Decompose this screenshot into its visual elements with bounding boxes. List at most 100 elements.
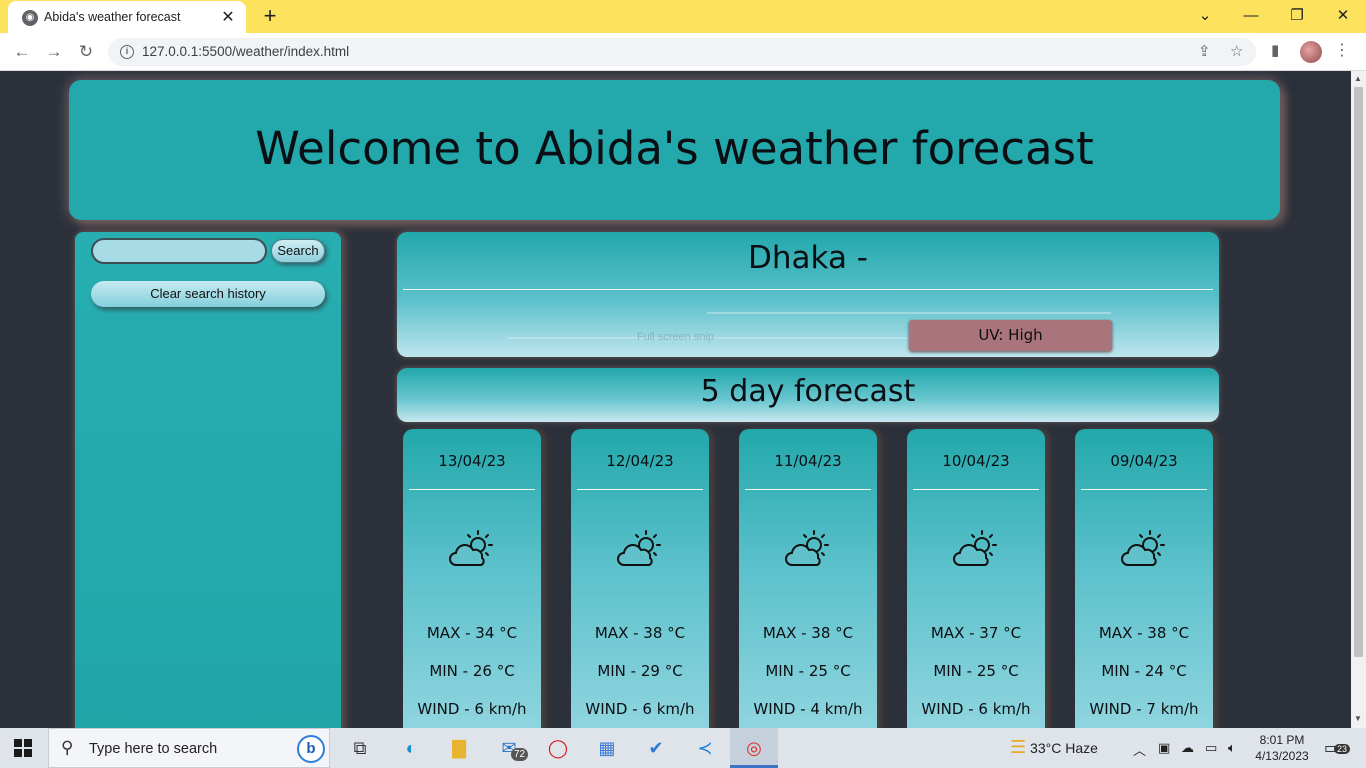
page-header: Welcome to Abida's weather forecast bbox=[69, 80, 1280, 220]
forecast-card: 11/04/23 MAX - 38 °C MIN - 25 °C WIND - … bbox=[739, 429, 877, 728]
wind-speed: WIND - 6 km/h bbox=[921, 700, 1031, 718]
system-clock[interactable]: 8:01 PM 4/13/2023 bbox=[1250, 732, 1314, 764]
side-panel-icon[interactable]: ▮ bbox=[1271, 41, 1279, 59]
partly-cloudy-icon bbox=[617, 530, 661, 566]
close-tab-icon[interactable]: ✕ bbox=[218, 7, 238, 27]
edge-browser-icon[interactable]: ◐ bbox=[397, 734, 425, 762]
min-temp: MIN - 24 °C bbox=[1101, 662, 1187, 680]
bookmark-star-icon[interactable]: ☆ bbox=[1230, 42, 1243, 60]
page-viewport: Welcome to Abida's weather forecast Sear… bbox=[0, 71, 1351, 728]
search-button[interactable]: Search bbox=[271, 239, 325, 263]
address-bar[interactable]: i 127.0.0.1:5500/weather/index.html ⇪ ☆ bbox=[108, 38, 1256, 66]
max-temp: MAX - 34 °C bbox=[426, 624, 518, 642]
forecast-date: 12/04/23 bbox=[606, 452, 674, 470]
meet-now-icon[interactable]: ▣ bbox=[1158, 740, 1170, 756]
windows-start-icon[interactable] bbox=[14, 739, 32, 757]
profile-avatar[interactable] bbox=[1300, 41, 1322, 63]
forecast-title: 5 day forecast bbox=[700, 374, 916, 409]
clock-time: 8:01 PM bbox=[1259, 733, 1305, 747]
mail-badge: 72 bbox=[511, 748, 529, 761]
info-icon[interactable]: i bbox=[120, 45, 134, 59]
page-title: Welcome to Abida's weather forecast bbox=[255, 122, 1094, 175]
todo-icon[interactable]: ✔ bbox=[642, 734, 670, 762]
weather-widget[interactable]: ☰ 33°C Haze bbox=[1010, 737, 1098, 758]
tab-title: Abida's weather forecast bbox=[44, 10, 181, 24]
partly-cloudy-icon bbox=[953, 530, 997, 566]
back-icon[interactable]: ← bbox=[10, 40, 34, 64]
vertical-scrollbar[interactable]: ▲ ▼ bbox=[1351, 71, 1366, 728]
reload-icon[interactable]: ↻ bbox=[74, 40, 98, 64]
url-text: 127.0.0.1:5500/weather/index.html bbox=[142, 44, 350, 59]
forecast-date: 09/04/23 bbox=[1110, 452, 1178, 470]
weather-text: 33°C Haze bbox=[1030, 740, 1098, 756]
notification-count: 23 bbox=[1334, 744, 1351, 754]
divider bbox=[1081, 489, 1207, 490]
partly-cloudy-icon bbox=[1121, 530, 1165, 566]
wind-speed: WIND - 6 km/h bbox=[585, 700, 695, 718]
minimize-icon[interactable]: — bbox=[1236, 4, 1266, 28]
restore-icon[interactable]: ❐ bbox=[1282, 4, 1312, 28]
forecast-card: 09/04/23 MAX - 38 °C MIN - 24 °C WIND - … bbox=[1075, 429, 1213, 728]
tab-search-icon[interactable]: ⌄ bbox=[1190, 4, 1220, 28]
show-hidden-icons[interactable]: ︿ bbox=[1133, 740, 1146, 759]
divider bbox=[403, 289, 1213, 290]
wind-speed: WIND - 4 km/h bbox=[753, 700, 863, 718]
faded-line bbox=[707, 312, 1111, 314]
min-temp: MIN - 25 °C bbox=[933, 662, 1019, 680]
forecast-date: 13/04/23 bbox=[438, 452, 506, 470]
forecast-cards: 13/04/23 MAX - 34 °C MIN - 26 °C WIND - … bbox=[403, 429, 1213, 728]
opera-icon[interactable]: ◯ bbox=[544, 734, 572, 762]
wind-speed: WIND - 6 km/h bbox=[417, 700, 527, 718]
onedrive-icon[interactable]: ☁ bbox=[1181, 740, 1194, 756]
divider bbox=[577, 489, 703, 490]
new-tab-icon[interactable]: + bbox=[258, 3, 282, 29]
close-window-icon[interactable]: ✕ bbox=[1328, 4, 1358, 28]
task-view-icon[interactable]: ⧉ bbox=[346, 734, 374, 762]
city-search-input[interactable] bbox=[91, 238, 267, 264]
haze-icon: ☰ bbox=[1010, 737, 1027, 757]
partly-cloudy-icon bbox=[449, 530, 493, 566]
forecast-date: 10/04/23 bbox=[942, 452, 1010, 470]
divider bbox=[745, 489, 871, 490]
chrome-taskbar-button[interactable]: ◎ bbox=[730, 728, 778, 768]
clear-history-button[interactable]: Clear search history bbox=[91, 281, 325, 307]
max-temp: MAX - 38 °C bbox=[762, 624, 854, 642]
network-icon[interactable]: ▭ bbox=[1205, 740, 1217, 756]
taskbar: ⚲ Type here to search b ⧉ ◐ ▇ ✉ 72 ◯ ▦ ✔… bbox=[0, 728, 1366, 768]
globe-icon: ◉ bbox=[22, 10, 38, 26]
min-temp: MIN - 25 °C bbox=[765, 662, 851, 680]
bing-icon[interactable]: b bbox=[297, 735, 325, 763]
min-temp: MIN - 26 °C bbox=[429, 662, 515, 680]
max-temp: MAX - 37 °C bbox=[930, 624, 1022, 642]
divider bbox=[913, 489, 1039, 490]
taskbar-search-box[interactable]: ⚲ Type here to search b bbox=[48, 728, 330, 768]
store-icon[interactable]: ▦ bbox=[593, 734, 621, 762]
file-explorer-icon[interactable]: ▇ bbox=[445, 734, 473, 762]
taskbar-search-placeholder: Type here to search bbox=[89, 741, 218, 757]
snip-overlay-text: Full screen snip bbox=[637, 331, 715, 343]
forecast-header: 5 day forecast bbox=[397, 368, 1219, 422]
current-weather-panel: Dhaka - Full screen snip UV: High bbox=[397, 232, 1219, 357]
wind-speed: WIND - 7 km/h bbox=[1089, 700, 1199, 718]
max-temp: MAX - 38 °C bbox=[1098, 624, 1190, 642]
volume-icon[interactable]: 🔈︎ bbox=[1228, 740, 1236, 756]
menu-dots-icon[interactable]: ⋮ bbox=[1334, 40, 1350, 60]
scrollbar-thumb[interactable] bbox=[1354, 87, 1363, 657]
search-icon: ⚲ bbox=[61, 738, 74, 757]
divider bbox=[409, 489, 535, 490]
forecast-date: 11/04/23 bbox=[774, 452, 842, 470]
chrome-icon: ◎ bbox=[746, 738, 762, 758]
max-temp: MAX - 38 °C bbox=[594, 624, 686, 642]
partly-cloudy-icon bbox=[785, 530, 829, 566]
forecast-card: 13/04/23 MAX - 34 °C MIN - 26 °C WIND - … bbox=[403, 429, 541, 728]
search-sidebar: Search Clear search history bbox=[75, 232, 341, 728]
scroll-up-arrow-icon[interactable]: ▲ bbox=[1354, 74, 1362, 83]
scroll-down-arrow-icon[interactable]: ▼ bbox=[1354, 714, 1362, 723]
browser-tabbar: ◉ Abida's weather forecast ✕ + ⌄ — ❐ ✕ bbox=[0, 0, 1366, 33]
browser-toolbar: ← → ↻ i 127.0.0.1:5500/weather/index.htm… bbox=[0, 33, 1366, 71]
notification-center-icon[interactable]: ▭ 23 bbox=[1324, 738, 1351, 758]
vscode-icon[interactable]: ≺ bbox=[691, 734, 719, 762]
browser-tab[interactable]: ◉ Abida's weather forecast ✕ bbox=[8, 1, 246, 33]
share-icon[interactable]: ⇪ bbox=[1198, 42, 1211, 60]
forward-icon[interactable]: → bbox=[42, 40, 66, 64]
